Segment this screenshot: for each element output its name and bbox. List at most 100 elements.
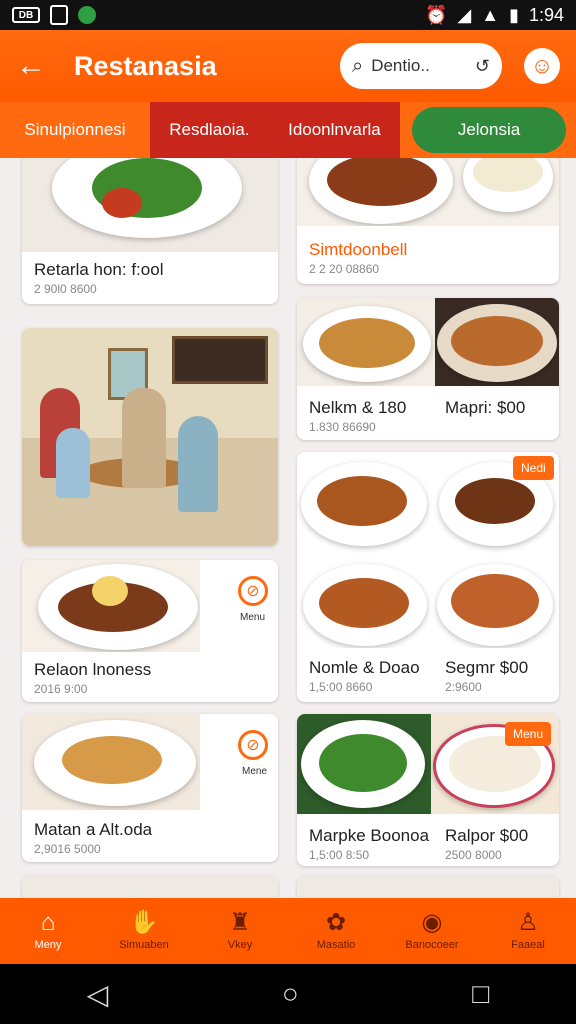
menu-card[interactable]: Nelkm & 180 Mapri: $00 1.830 86690 <box>297 298 559 440</box>
menu-card[interactable]: ⊘ Menu Relaon lnoness 2016 9:00 <box>22 560 278 702</box>
card-subtitle-right: 2:9600 <box>445 680 482 694</box>
restaurant-photo-card[interactable] <box>22 328 278 546</box>
food-image <box>22 158 278 252</box>
search-text: Dentio.. <box>371 56 430 75</box>
food-image-left <box>297 298 435 386</box>
menu-grid: Retarla hon: f:ool 2 90l0 8600 ⊘ Menu Re… <box>0 158 576 898</box>
person <box>56 428 90 498</box>
food <box>62 736 162 784</box>
sd-card-icon <box>50 5 68 25</box>
food <box>319 318 415 368</box>
food <box>319 734 407 792</box>
clock: 1:94 <box>528 4 564 25</box>
app-bar: ← Restanasia ⌕ Dentio.. ↺ ☺ <box>0 30 576 102</box>
food-grid <box>297 452 559 648</box>
hand-icon: ✋ <box>129 909 159 936</box>
nav-label: Meny <box>34 939 62 951</box>
card-title: Matan a Alt.oda <box>34 820 153 839</box>
wifi-icon: ◢ <box>457 4 472 25</box>
home-icon: ⌂ <box>40 909 56 936</box>
nav-item-faaeal[interactable]: ♙ Faaeal <box>480 898 576 964</box>
search-icon: ⌕ <box>352 54 364 77</box>
icon-label: Menu <box>240 612 266 623</box>
card-subtitle-left: 1,5:00 8660 <box>309 680 373 694</box>
signal-icon: ▲ <box>481 4 500 25</box>
app-title: Restanasia <box>74 50 217 81</box>
nav-label: Banocoeer <box>405 939 459 951</box>
nav-item-banocoeer[interactable]: ◉ Banocoeer <box>384 898 480 964</box>
tab-1[interactable]: Sinulpionnesi <box>0 102 150 158</box>
status-bar: DB ⏰ ◢ ▲ ▮ 1:94 <box>0 0 576 30</box>
card-badge: Nedi <box>513 456 554 480</box>
menu-card[interactable]: Nedi Nomle & Doao Segmr $00 1,5:00 8660 … <box>297 452 559 702</box>
card-title-right: Segmr $00 <box>445 658 529 677</box>
badge-icon: ◉ <box>421 909 443 936</box>
menu-card-partial[interactable] <box>297 876 559 898</box>
app-notification-icon <box>78 6 96 24</box>
restaurant-illustration <box>22 328 278 546</box>
refresh-icon[interactable]: ↺ <box>475 56 490 77</box>
system-navigation: ◁ ○ □ <box>0 964 576 1024</box>
tab-label: Sinulpionnesi <box>24 120 126 139</box>
nav-label: Faaeal <box>511 939 545 951</box>
card-subtitle: 2 2 20 08860 <box>309 262 380 276</box>
tab-label: Jelonsia <box>457 120 521 139</box>
tab-3[interactable]: Idoonlnvarla <box>288 120 381 140</box>
food <box>455 478 535 524</box>
recents-square-icon[interactable]: □ <box>472 978 489 1010</box>
nav-item-simuaben[interactable]: ✋ Simuaben <box>96 898 192 964</box>
card-subtitle: 2 90l0 8600 <box>34 282 97 296</box>
nav-label: Vkey <box>227 939 253 951</box>
card-title-right: Ralpor $00 <box>445 826 529 845</box>
card-subtitle: 2016 9:00 <box>34 682 88 696</box>
food-image <box>297 876 559 898</box>
nav-item-vkey[interactable]: ♜ Vkey <box>192 898 288 964</box>
menu-card[interactable]: ⊘ Mene Matan a Alt.oda 2,9016 5000 <box>22 714 278 862</box>
search-input[interactable]: ⌕ Dentio.. ↺ <box>340 43 502 89</box>
person <box>178 416 218 512</box>
icon-label: Mene <box>242 766 268 777</box>
nav-label: Simuaben <box>119 939 169 951</box>
nav-item-menu[interactable]: ⌂ Meny <box>0 898 96 964</box>
food-image <box>22 560 200 652</box>
tab-group: Resdlaoia. Idoonlnvarla <box>150 102 400 158</box>
bag-icon: ♜ <box>229 909 251 936</box>
person <box>122 388 166 488</box>
menu-card[interactable]: Menu Marpke Boonoa Ralpor $00 1,5:00 8:5… <box>297 714 559 866</box>
tab-4[interactable]: Jelonsia <box>412 107 566 153</box>
card-title-left: Marpke Boonoa <box>309 826 430 845</box>
tab-2[interactable]: Resdlaoia. <box>169 120 249 140</box>
menu-card[interactable]: Retarla hon: f:ool 2 90l0 8600 <box>22 158 278 304</box>
food-image <box>22 876 278 898</box>
food <box>451 316 543 366</box>
battery-icon: ▮ <box>509 4 519 25</box>
food <box>102 188 142 218</box>
menu-icon[interactable]: ⊘ <box>238 576 268 606</box>
nav-item-masatio[interactable]: ✿ Masatio <box>288 898 384 964</box>
menu-board <box>172 336 268 384</box>
menu-icon[interactable]: ⊘ <box>238 730 268 760</box>
alarm-icon: ⏰ <box>424 4 448 25</box>
gift-icon: ✿ <box>325 909 347 936</box>
back-arrow-icon[interactable]: ← <box>16 49 56 83</box>
nav-label: Masatio <box>316 939 356 951</box>
card-title: Relaon lnoness <box>34 660 152 679</box>
menu-card[interactable]: Simtdoonbell 2 2 20 08860 <box>297 158 559 284</box>
home-circle-icon[interactable]: ○ <box>282 978 299 1010</box>
card-badge: Menu <box>505 722 552 746</box>
food-image-right <box>435 298 559 386</box>
food-image <box>297 158 559 226</box>
db-badge-icon: DB <box>12 7 40 23</box>
food-image <box>22 714 200 810</box>
profile-icon[interactable]: ☺ <box>524 48 560 84</box>
card-title-right: Mapri: $00 <box>445 398 526 417</box>
card-title: Simtdoonbell <box>309 240 408 259</box>
bottom-navigation: ⌂ Meny ✋ Simuaben ♜ Vkey ✿ Masatio ◉ Ban… <box>0 898 576 964</box>
card-title: Retarla hon: f:ool <box>34 260 164 279</box>
menu-card-partial[interactable] <box>22 876 278 898</box>
category-tabs: Sinulpionnesi Resdlaoia. Idoonlnvarla Je… <box>0 102 576 158</box>
back-triangle-icon[interactable]: ◁ <box>87 978 109 1011</box>
card-subtitle: 2,9016 5000 <box>34 842 101 856</box>
food-image-left <box>297 714 431 814</box>
card-subtitle: 1.830 86690 <box>309 420 376 434</box>
